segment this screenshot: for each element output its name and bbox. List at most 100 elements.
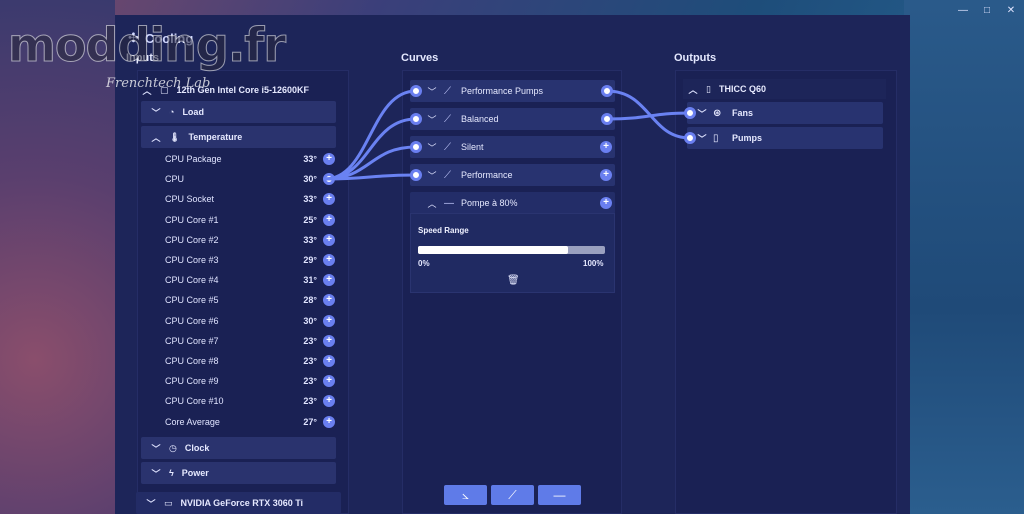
sensor-row[interactable]: Core Average 27° +: [165, 414, 335, 430]
add-output-button[interactable]: +: [600, 197, 612, 209]
sensor-name: CPU Core #6: [165, 315, 219, 326]
curve-input-socket[interactable]: [410, 141, 422, 153]
chevron-down-icon[interactable]: ﹀: [146, 497, 156, 510]
pump-icon: ▯: [713, 132, 719, 144]
sensor-row[interactable]: CPU Core #1 25° +: [165, 212, 335, 228]
curve-label: Balanced: [461, 114, 499, 124]
chevron-down-icon[interactable]: ﹀: [697, 132, 707, 145]
sensor-name: CPU Core #4: [165, 275, 219, 286]
curve-output-socket[interactable]: [601, 113, 613, 125]
sensor-row[interactable]: CPU Core #2 33° +: [165, 232, 335, 248]
group-clock[interactable]: ﹀ ◷ Clock: [141, 437, 336, 459]
sensor-value: 25°: [303, 214, 317, 225]
chevron-down-icon[interactable]: ﹀: [151, 442, 161, 455]
sensor-output-socket[interactable]: [323, 173, 335, 186]
chevron-down-icon[interactable]: ﹀: [151, 106, 161, 119]
add-connection-button[interactable]: +: [323, 153, 335, 165]
sensor-row[interactable]: CPU Socket 33° +: [165, 191, 335, 207]
sensor-value: 33°: [303, 194, 317, 205]
output-fans[interactable]: ﹀ ⊛ Fans: [687, 102, 883, 124]
add-linear-curve-button[interactable]: ⟋: [491, 485, 534, 505]
curve-performance[interactable]: ﹀ ⟋ Performance +: [410, 164, 615, 186]
add-connection-button[interactable]: +: [323, 274, 335, 287]
sensor-row[interactable]: CPU Core #7 23° +: [165, 333, 335, 349]
add-connection-button[interactable]: +: [323, 294, 335, 307]
add-output-button[interactable]: +: [600, 169, 612, 181]
close-button[interactable]: ✕: [1004, 4, 1018, 18]
desktop-wallpaper-left: [0, 0, 115, 514]
sensor-name: CPU Core #1: [165, 214, 219, 225]
add-connection-button[interactable]: +: [323, 213, 335, 226]
chevron-up-icon[interactable]: ︿: [151, 131, 161, 144]
group-power[interactable]: ﹀ ϟ Power: [141, 462, 336, 484]
sensor-row[interactable]: CPU Core #10 23° +: [165, 393, 335, 409]
add-fixed-curve-button[interactable]: —: [538, 485, 581, 505]
chevron-down-icon[interactable]: ﹀: [151, 467, 161, 480]
sensor-value: 33°: [303, 234, 317, 245]
curve-graph-icon: ⟋: [444, 169, 451, 181]
thermometer-icon: 🌡: [169, 131, 181, 142]
group-load-label: Load: [182, 107, 204, 117]
chevron-down-icon[interactable]: ﹀: [427, 113, 437, 126]
add-connection-button[interactable]: +: [323, 233, 335, 246]
sensor-name: CPU Core #7: [165, 335, 219, 346]
add-connection-button[interactable]: +: [323, 334, 335, 347]
curve-input-socket[interactable]: [410, 85, 422, 97]
chevron-up-icon[interactable]: ︿: [427, 197, 437, 210]
watermark-logo: modding.fr: [7, 18, 286, 72]
chevron-up-icon[interactable]: ︿: [688, 83, 698, 96]
group-temperature[interactable]: ︿ 🌡 Temperature: [141, 126, 336, 148]
curve-graph-icon: ⟋: [444, 85, 451, 97]
add-connection-button[interactable]: +: [323, 254, 335, 266]
add-connection-button[interactable]: +: [323, 355, 335, 367]
add-output-button[interactable]: +: [600, 141, 612, 153]
sensor-row[interactable]: CPU Core #5 28° +: [165, 292, 335, 308]
chevron-down-icon[interactable]: ﹀: [697, 107, 707, 120]
chevron-down-icon[interactable]: ﹀: [427, 141, 437, 154]
sensor-name: CPU Core #3: [165, 255, 219, 265]
speed-range-title: Speed Range: [418, 226, 469, 235]
output-input-socket[interactable]: [684, 132, 696, 144]
group-load[interactable]: ﹀ ◔ Load: [141, 101, 336, 123]
maximize-button[interactable]: □: [980, 4, 994, 18]
sensor-row[interactable]: CPU Core #3 29° +: [165, 252, 335, 268]
add-connection-button[interactable]: +: [323, 193, 335, 206]
sensor-row[interactable]: CPU Core #4 31° +: [165, 272, 335, 288]
chevron-down-icon[interactable]: ﹀: [427, 85, 437, 98]
gpu-device-header[interactable]: ﹀ ▭ NVIDIA GeForce RTX 3060 Ti: [136, 492, 341, 514]
sensor-row[interactable]: CPU 30°: [165, 171, 335, 187]
curve-pompe-80[interactable]: ︿ — Pompe à 80% +: [410, 192, 615, 214]
bolt-icon: ϟ: [169, 468, 174, 478]
output-pumps[interactable]: ﹀ ▯ Pumps: [687, 127, 883, 149]
speed-range-slider[interactable]: [418, 246, 605, 254]
outputs-column-title: Outputs: [674, 52, 717, 64]
trash-icon[interactable]: 🗑: [507, 275, 520, 286]
output-device-name: THICC Q60: [718, 84, 766, 94]
sensor-row[interactable]: CPU Core #9 23° +: [165, 373, 335, 389]
output-input-socket[interactable]: [684, 107, 696, 119]
output-device-header[interactable]: ︿ ▯ THICC Q60: [683, 79, 886, 99]
add-connection-button[interactable]: +: [323, 395, 335, 408]
curve-balanced[interactable]: ﹀ ⟋ Balanced: [410, 108, 615, 130]
minimize-button[interactable]: —: [956, 4, 970, 18]
sensor-value: 30°: [303, 315, 317, 326]
sensor-row[interactable]: CPU Package 33° +: [165, 151, 335, 167]
curve-output-socket[interactable]: [601, 85, 613, 97]
curve-label: Performance Pumps: [461, 86, 544, 96]
speed-range-fill[interactable]: [418, 246, 568, 254]
add-graph-curve-button[interactable]: ⦣: [444, 485, 487, 505]
curve-input-socket[interactable]: [410, 113, 422, 125]
chevron-down-icon[interactable]: ﹀: [427, 169, 437, 182]
add-connection-button[interactable]: +: [323, 314, 335, 327]
gpu-icon: ▭: [164, 497, 173, 508]
curve-performance-pumps[interactable]: ﹀ ⟋ Performance Pumps: [410, 80, 615, 102]
sensor-row[interactable]: CPU Core #6 30° +: [165, 313, 335, 329]
curve-silent[interactable]: ﹀ ⟋ Silent +: [410, 136, 615, 158]
sensor-name: CPU Core #10: [165, 396, 224, 407]
curve-input-socket[interactable]: [410, 169, 422, 181]
flat-line-icon: —: [444, 197, 454, 209]
sensor-row[interactable]: CPU Core #8 23° +: [165, 353, 335, 369]
add-connection-button[interactable]: +: [323, 375, 335, 388]
watermark-subtitle: Frenchtech Lab: [106, 76, 211, 91]
add-connection-button[interactable]: +: [323, 415, 335, 428]
